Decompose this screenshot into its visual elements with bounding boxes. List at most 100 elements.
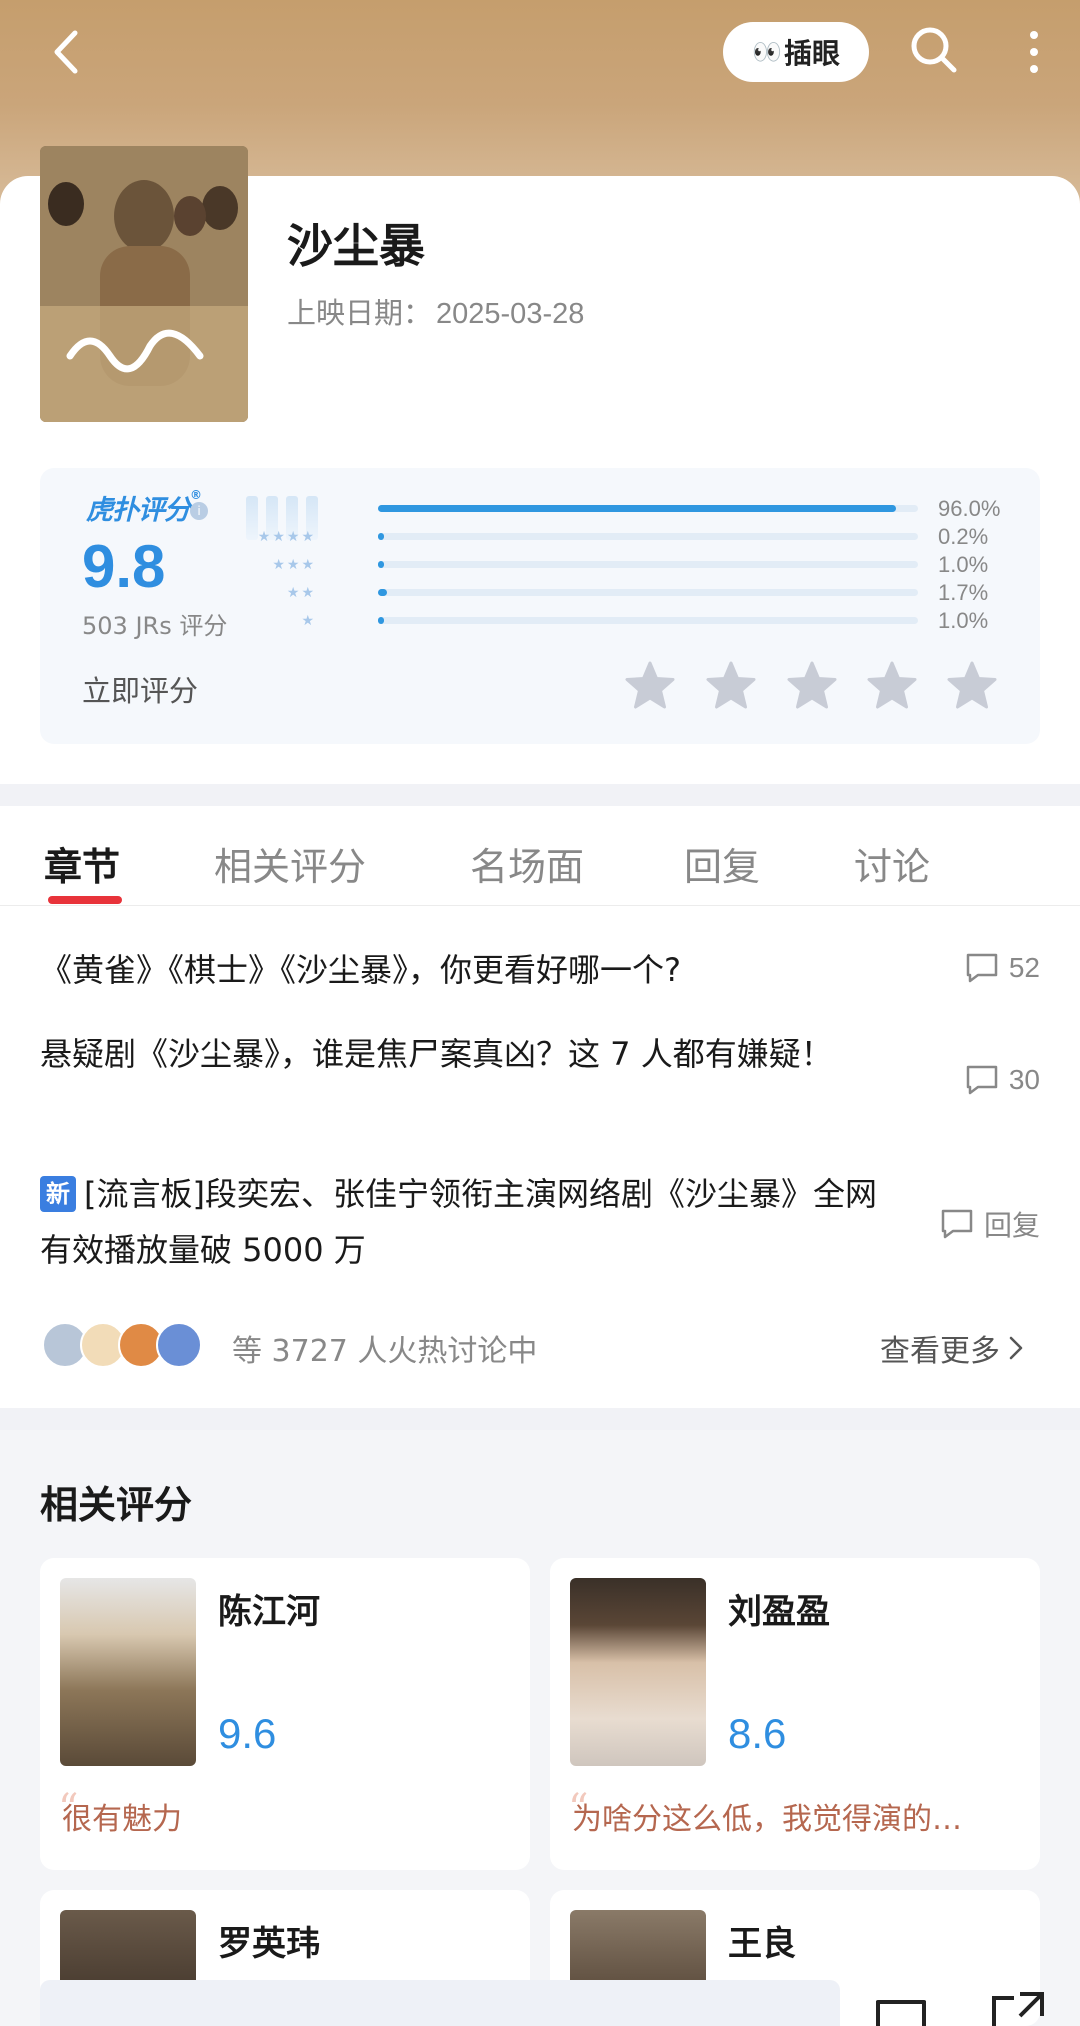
tab-chapters[interactable]: 章节	[44, 836, 120, 891]
thread-item[interactable]: 新 [流言板]段奕宏、张佳宁领衔主演网络剧《沙尘暴》全网有效播放量破 5000 万…	[40, 1166, 1040, 1278]
distribution-track	[378, 589, 918, 596]
star-level-icon: ★★	[286, 585, 316, 601]
distribution-percent: 1.7%	[938, 580, 989, 605]
new-badge: 新	[40, 1176, 76, 1212]
distribution-row: ★ 1.0%	[240, 608, 988, 634]
average-score: 9.8	[82, 533, 166, 600]
section-separator	[0, 1408, 1080, 1430]
comment-input-bar[interactable]	[40, 1980, 840, 2026]
brand-text: 虎扑评分	[86, 495, 191, 526]
brand-reg-mark: ®	[190, 488, 202, 502]
tab-active-indicator	[48, 896, 122, 904]
eyes-icon: 👀	[752, 38, 782, 66]
character-photo	[570, 1578, 706, 1766]
info-icon[interactable]: i	[190, 502, 208, 520]
tab-bar: 章节 相关评分 名场面 回复 讨论	[0, 806, 1080, 906]
search-button[interactable]	[904, 20, 964, 80]
character-score: 8.6	[728, 1710, 787, 1757]
character-name: 罗英玮	[218, 1924, 320, 1964]
star-level-icon: ★★★★	[257, 529, 316, 545]
view-more-link[interactable]: 查看更多	[880, 1326, 1024, 1370]
more-button[interactable]	[1016, 20, 1052, 84]
distribution-row: 96.0%	[240, 496, 1000, 522]
share-icon[interactable]	[990, 1990, 1046, 2026]
character-quote: 很有魅力	[62, 1802, 182, 1837]
star-level-icon: ★	[301, 613, 316, 629]
distribution-row: ★★★ 1.0%	[240, 552, 988, 578]
avatar	[156, 1322, 202, 1368]
distribution-track	[378, 561, 918, 568]
release-info: 上映日期： 2025-03-28	[287, 290, 584, 332]
thread-reply-count: 30	[965, 1064, 1040, 1096]
comment-icon	[941, 1209, 973, 1239]
character-name: 王良	[728, 1924, 796, 1964]
rating-brand-logo: 虎扑评分®	[86, 488, 202, 527]
distribution-track	[378, 617, 918, 624]
vote-count: 503 JRs 评分	[82, 612, 228, 640]
character-name: 陈江河	[218, 1592, 320, 1632]
dot-icon	[1030, 48, 1038, 56]
comment-box-icon[interactable]	[876, 2000, 926, 2026]
star-level-icon: ★★★	[272, 557, 316, 573]
related-section-title: 相关评分	[40, 1483, 193, 1527]
chevron-left-icon	[54, 30, 78, 74]
comment-icon	[966, 1065, 998, 1095]
distribution-percent: 96.0%	[938, 496, 1001, 521]
tab-famous-scenes[interactable]: 名场面	[470, 836, 584, 891]
thread-reply-count: 回复	[940, 1204, 1040, 1244]
back-button[interactable]	[38, 24, 94, 80]
related-rating-card[interactable]: 陈江河 9.6 “ 很有魅力	[40, 1558, 530, 1870]
poster-artwork	[40, 146, 248, 422]
related-rating-card[interactable]: 刘盈盈 8.6 “ 为啥分这么低，我觉得演的…	[550, 1558, 1040, 1870]
tab-related-ratings[interactable]: 相关评分	[214, 836, 366, 891]
distribution-fill	[378, 589, 388, 596]
distribution-row: ★★ 1.7%	[240, 580, 988, 606]
star-icon[interactable]	[786, 660, 838, 712]
search-icon	[911, 27, 957, 73]
distribution-track	[378, 505, 918, 512]
distribution-fill	[378, 561, 384, 568]
chevron-right-icon	[1009, 1336, 1023, 1360]
star-icon[interactable]	[866, 660, 918, 712]
mark-label: 插眼	[783, 37, 840, 70]
thread-title-text: [流言板]段奕宏、张佳宁领衔主演网络剧《沙尘暴》全网有效播放量破 5000 万	[40, 1175, 877, 1269]
distribution-percent: 1.0%	[938, 608, 989, 633]
discussion-count: 等 3727 人火热讨论中	[232, 1334, 538, 1369]
distribution-percent: 0.2%	[938, 524, 989, 549]
release-date: 2025-03-28	[436, 298, 585, 330]
participant-avatars	[42, 1322, 212, 1370]
movie-title: 沙尘暴	[287, 219, 425, 273]
rate-now-label[interactable]: 立即评分	[82, 668, 198, 710]
thread-item[interactable]: 悬疑剧《沙尘暴》，谁是焦尸案真凶？这 7 人都有嫌疑！ 30	[40, 1026, 1040, 1095]
distribution-percent: 1.0%	[938, 552, 989, 577]
dot-icon	[1030, 65, 1038, 73]
thread-title: 新 [流言板]段奕宏、张佳宁领衔主演网络剧《沙尘暴》全网有效播放量破 5000 万	[40, 1166, 880, 1278]
thread-title: 悬疑剧《沙尘暴》，谁是焦尸案真凶？这 7 人都有嫌疑！	[40, 1035, 833, 1073]
distribution-row: ★★★★ 0.2%	[240, 524, 988, 550]
thread-item[interactable]: 《黄雀》《棋士》《沙尘暴》，你更看好哪一个? 52	[40, 942, 1040, 998]
character-photo	[60, 1578, 196, 1766]
reply-label: 回复	[983, 1210, 1040, 1241]
tab-replies[interactable]: 回复	[684, 836, 760, 891]
mark-button[interactable]: 👀 插眼	[723, 22, 869, 82]
distribution-fill	[378, 617, 384, 624]
thread-title: 《黄雀》《棋士》《沙尘暴》，你更看好哪一个?	[40, 951, 681, 989]
distribution-fill	[378, 533, 384, 540]
view-more-label: 查看更多	[880, 1334, 1000, 1369]
dot-icon	[1030, 31, 1038, 39]
character-quote: 为啥分这么低，我觉得演的…	[572, 1802, 962, 1837]
character-score: 9.6	[218, 1710, 277, 1757]
reply-count: 52	[1008, 952, 1040, 983]
star-icon[interactable]	[624, 660, 676, 712]
reply-count: 30	[1008, 1064, 1040, 1095]
distribution-track	[378, 533, 918, 540]
character-name: 刘盈盈	[728, 1592, 830, 1632]
star-icon[interactable]	[946, 660, 998, 712]
movie-poster[interactable]	[40, 146, 248, 422]
tab-discussion[interactable]: 讨论	[854, 836, 930, 891]
star-icon[interactable]	[705, 660, 757, 712]
distribution-fill	[378, 505, 897, 512]
comment-icon	[966, 953, 998, 983]
section-separator	[0, 784, 1080, 806]
release-label: 上映日期：	[287, 296, 433, 330]
